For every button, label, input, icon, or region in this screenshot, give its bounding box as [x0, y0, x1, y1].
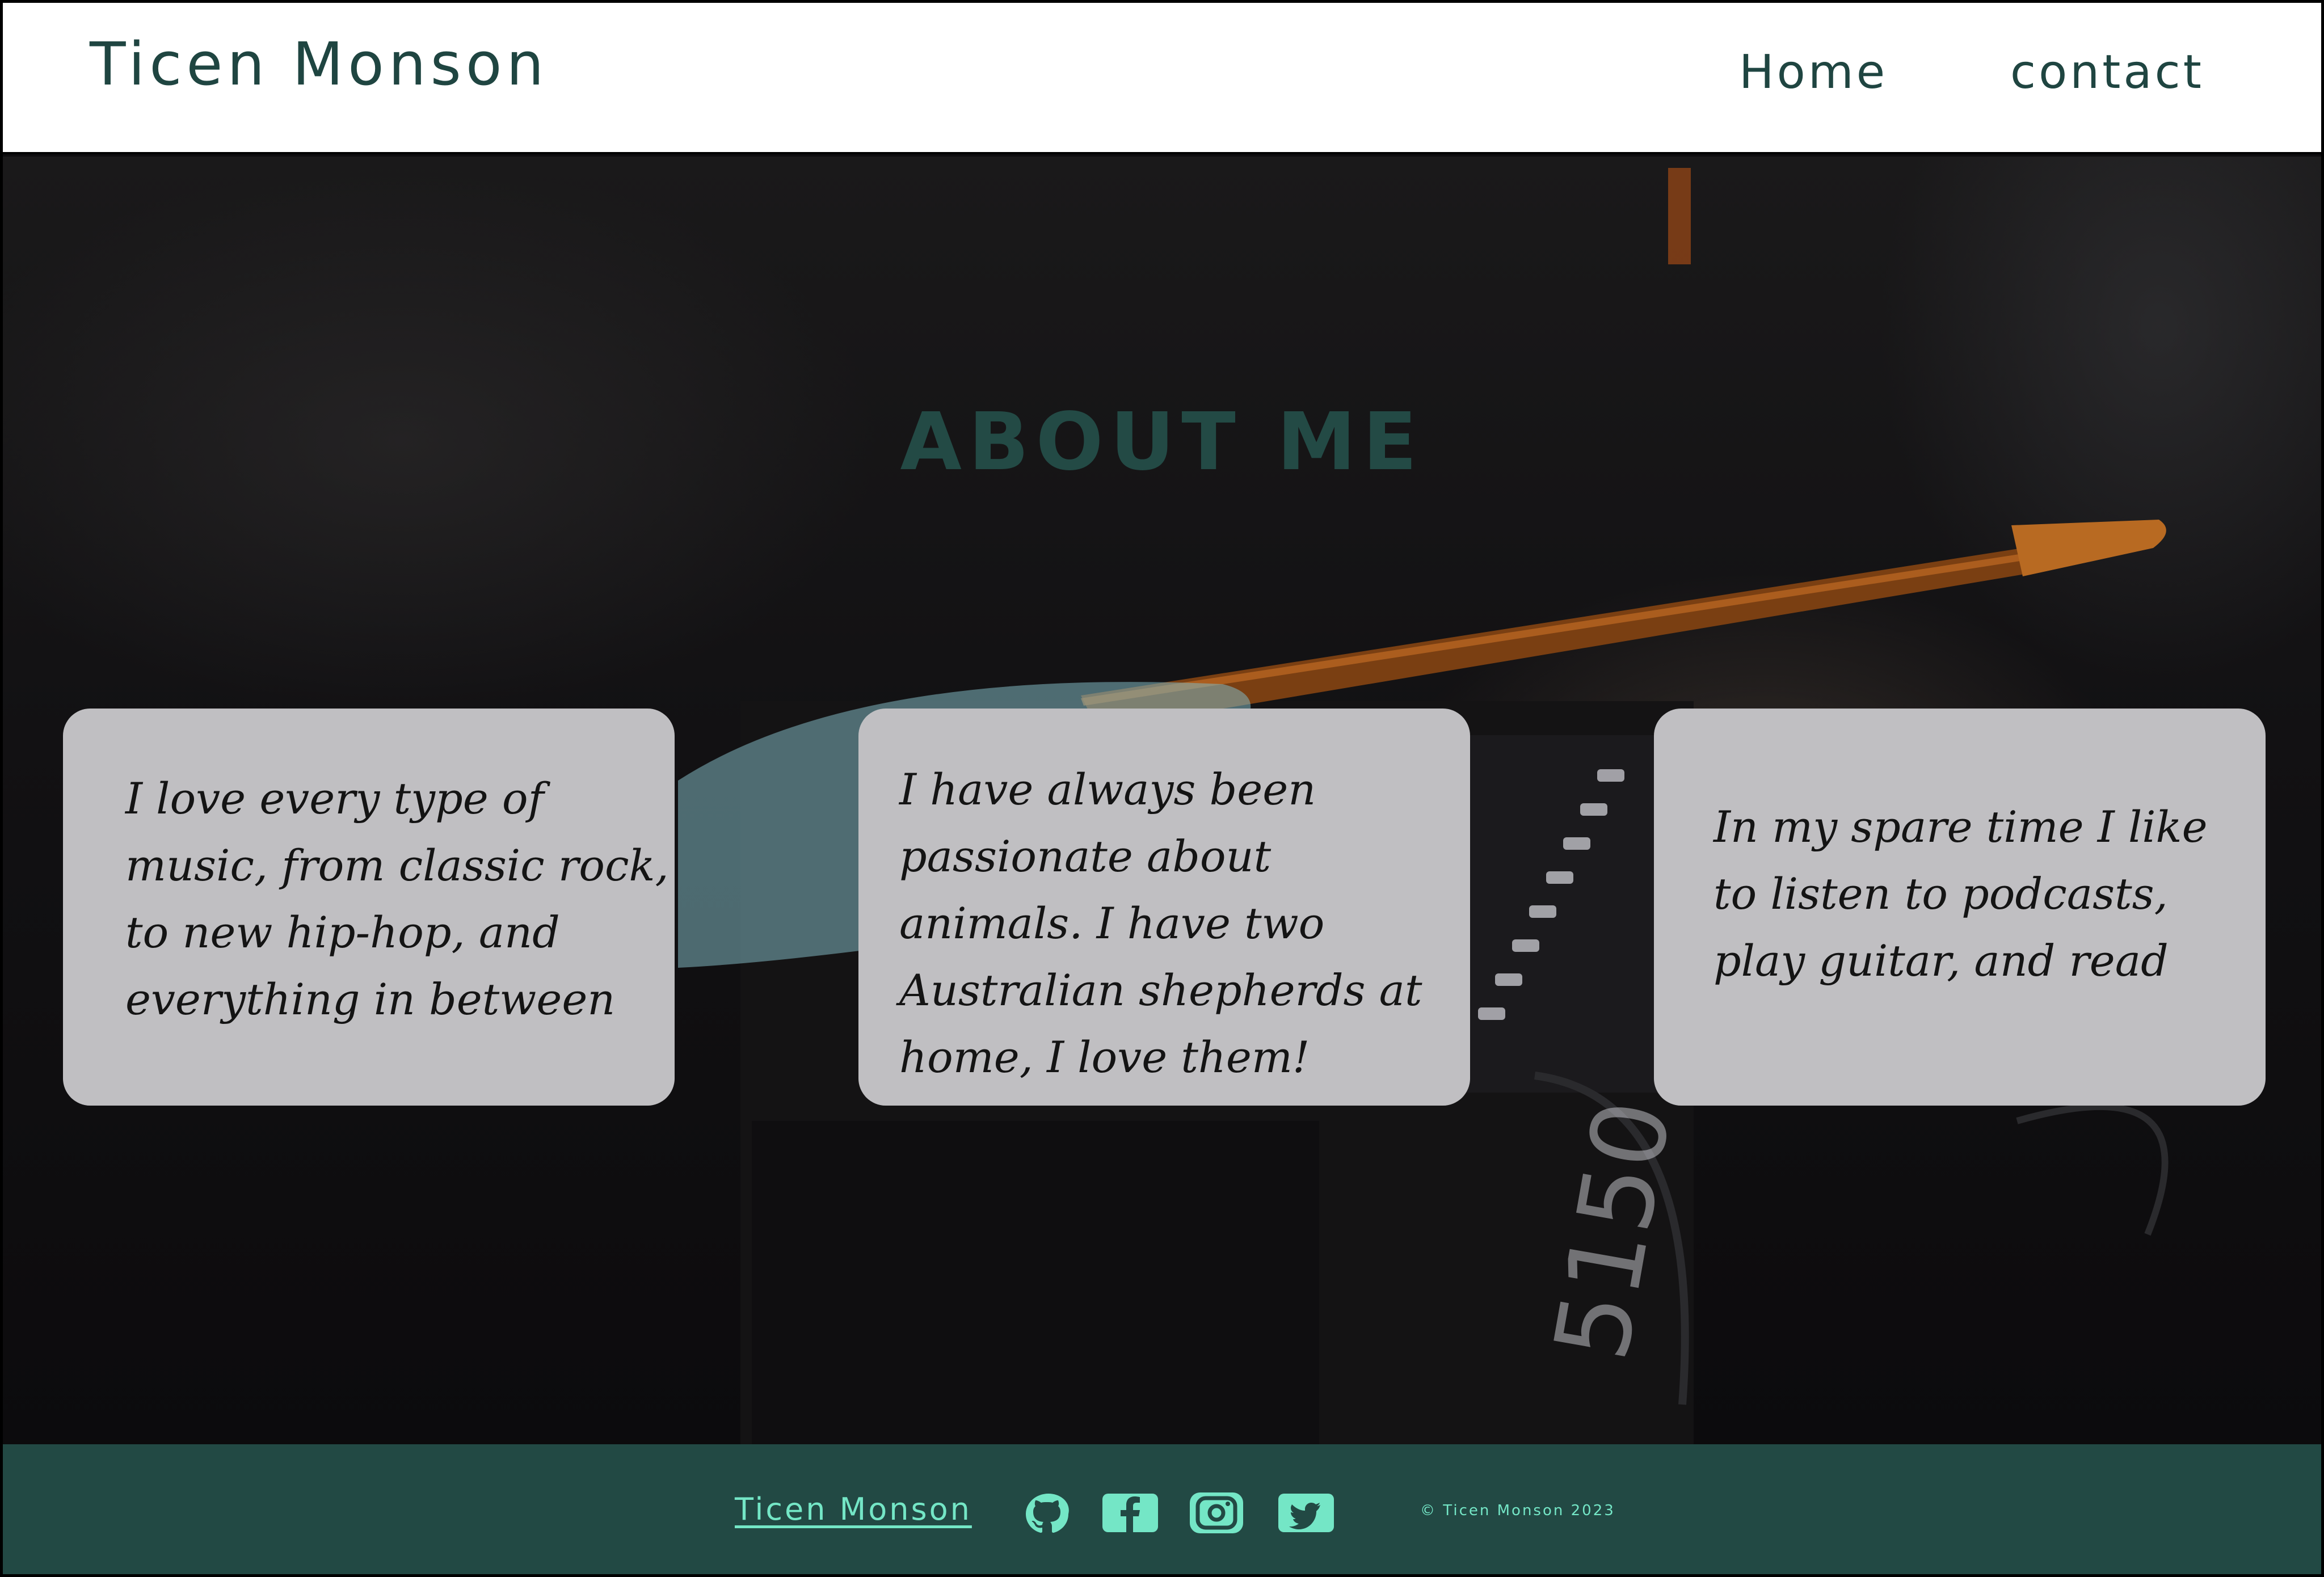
about-card: I have always been passionate about anim…: [858, 709, 1470, 1106]
copyright-text: © Ticen Monson 2023: [1420, 1502, 1615, 1519]
nav-link-home[interactable]: Home: [1739, 49, 1888, 96]
site-logo-text[interactable]: Ticen Monson: [90, 35, 548, 94]
about-card-text: In my spare time I like to listen to pod…: [1713, 802, 2208, 986]
about-card: I love every type of music, from classic…: [63, 709, 675, 1106]
github-icon[interactable]: [1021, 1491, 1076, 1534]
about-card-text: I have always been passionate about anim…: [899, 764, 1422, 1082]
footer-brand-link[interactable]: Ticen Monson: [735, 1494, 972, 1525]
nav-link-contact[interactable]: contact: [2010, 49, 2204, 96]
site-header: Ticen Monson Home contact: [3, 3, 2321, 154]
instagram-icon[interactable]: [1189, 1491, 1244, 1534]
hero-section: 5150 ABOUT ME I love every type of music…: [3, 157, 2321, 1444]
page-title: ABOUT ME: [900, 395, 1424, 488]
facebook-icon[interactable]: [1102, 1491, 1158, 1534]
site-footer: Ticen Monson © Ticen Monson 2023: [3, 1444, 2321, 1574]
page: Ticen Monson Home contact 5150 ABOUT ME …: [0, 0, 2324, 1577]
twitter-icon[interactable]: [1278, 1491, 1334, 1534]
about-card: In my spare time I like to listen to pod…: [1654, 709, 2266, 1106]
about-card-text: I love every type of music, from classic…: [125, 773, 669, 1024]
